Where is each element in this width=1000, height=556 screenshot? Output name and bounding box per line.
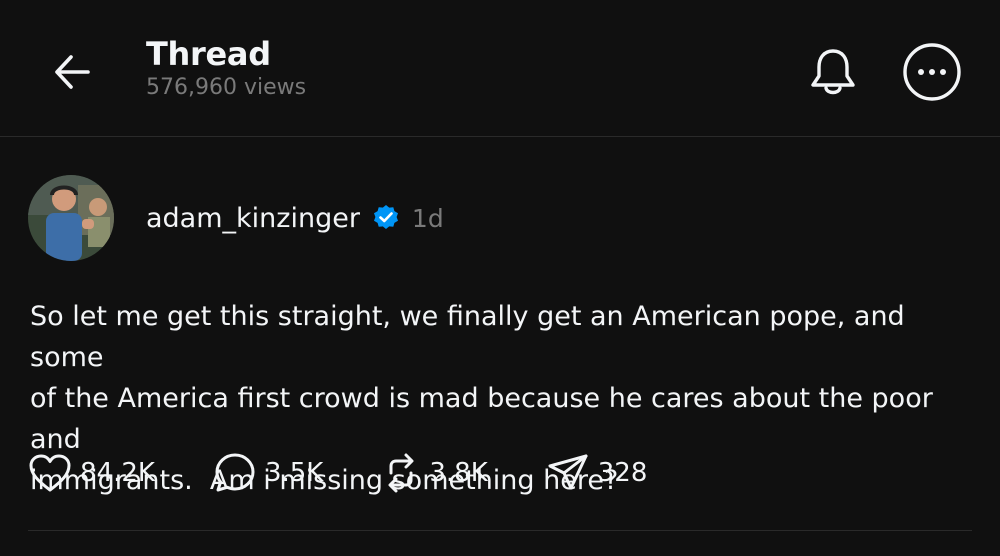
reply-count: 3.5K xyxy=(264,458,324,488)
top-bar: Thread 576,960 views xyxy=(0,0,1000,137)
post-author-row: adam_kinzinger 1d xyxy=(28,175,444,261)
repost-icon xyxy=(388,453,414,493)
like-count: 84.2K xyxy=(80,458,155,488)
verified-badge-icon xyxy=(372,204,400,232)
share-icon xyxy=(548,454,588,490)
repost-button[interactable]: 3.8K xyxy=(381,451,488,495)
notifications-button[interactable] xyxy=(802,40,864,102)
thread-screen: Thread 576,960 views adam_kinzinger 1d S… xyxy=(0,0,1000,556)
avatar[interactable] xyxy=(28,175,114,261)
reply-button[interactable]: 3.5K xyxy=(213,451,323,495)
divider xyxy=(28,530,972,531)
post-actions: 84.2K 3.5K 3.8K 328 xyxy=(28,452,647,494)
heart-icon xyxy=(29,454,71,492)
view-count: 576,960 views xyxy=(146,75,307,100)
post-timestamp: 1d xyxy=(411,203,444,233)
share-count: 328 xyxy=(597,458,648,488)
avatar-photo xyxy=(28,175,114,261)
comment-icon xyxy=(215,453,255,492)
more-dots-icon xyxy=(903,43,961,101)
share-button[interactable]: 328 xyxy=(546,451,648,495)
arrow-left-icon xyxy=(55,55,90,89)
bell-icon xyxy=(811,49,855,95)
like-button[interactable]: 84.2K xyxy=(28,453,155,493)
repost-count: 3.8K xyxy=(429,458,488,488)
author-username[interactable]: adam_kinzinger xyxy=(146,203,360,234)
back-button[interactable] xyxy=(44,44,100,100)
more-options-button[interactable] xyxy=(900,40,964,104)
title-block: Thread 576,960 views xyxy=(146,34,306,102)
page-title: Thread xyxy=(146,35,271,73)
